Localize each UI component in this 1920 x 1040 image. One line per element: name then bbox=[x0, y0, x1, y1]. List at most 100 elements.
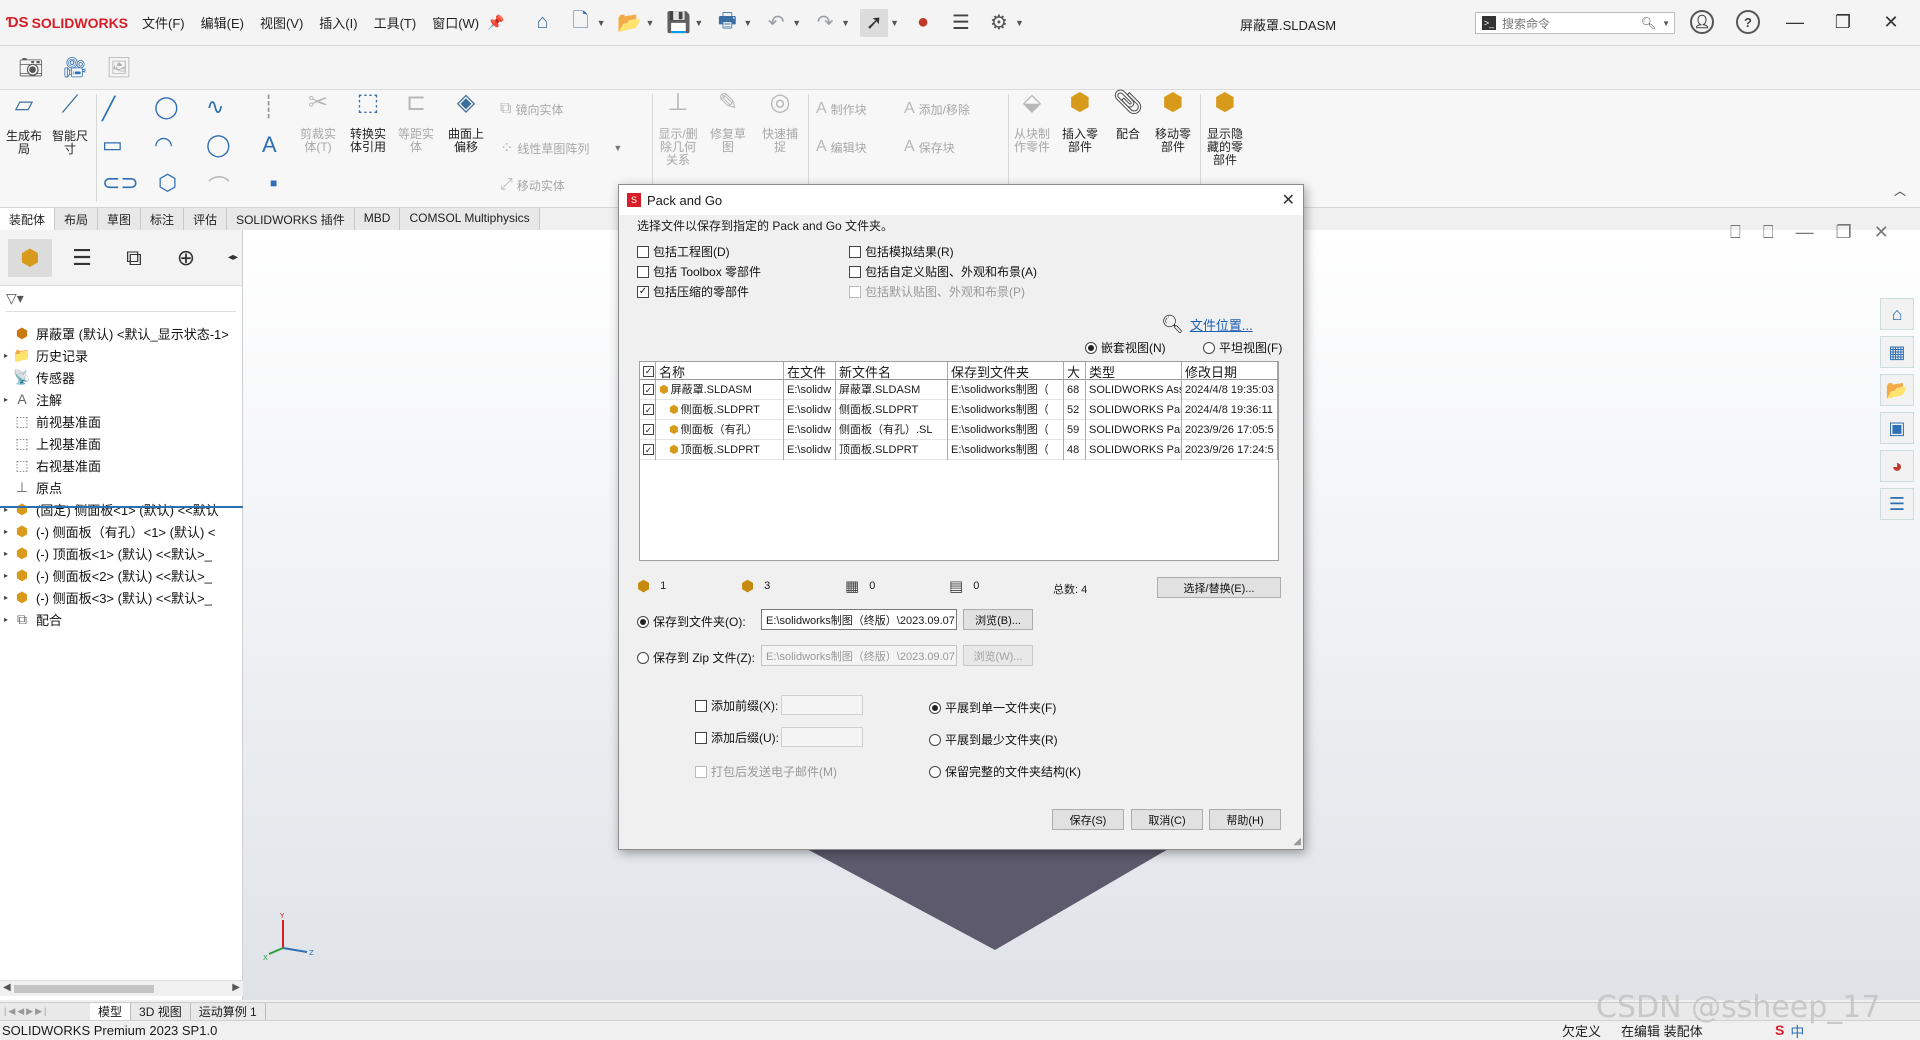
menu-edit[interactable]: 编辑(E) bbox=[195, 9, 250, 36]
include-simulation-checkbox[interactable]: 包括模拟结果(R) bbox=[849, 243, 954, 260]
tab-comsol[interactable]: COMSOL Multiphysics bbox=[400, 208, 540, 230]
tree-item[interactable]: ▸ ⬢ (-) 侧面板<2> (默认) <<默认>_ bbox=[0, 564, 243, 586]
include-custom-decals-checkbox[interactable]: 包括自定义贴图、外观和布景(A) bbox=[849, 263, 1037, 280]
move-component-button[interactable]: ⬢ 移动零部件 bbox=[1150, 91, 1196, 154]
viewport-restore-icon[interactable]: ❐ bbox=[1836, 222, 1852, 243]
restore-button[interactable]: ❐ bbox=[1830, 12, 1856, 33]
feature-manager-tab-icon[interactable]: ⬢ bbox=[8, 238, 52, 277]
command-search-input[interactable]: >_ 搜索命令 🔍︎ ▼ bbox=[1475, 12, 1675, 34]
design-library-icon[interactable]: ▦ bbox=[1880, 336, 1914, 368]
tab-markup[interactable]: 标注 bbox=[141, 208, 185, 230]
add-prefix-checkbox[interactable]: 添加前缀(X): bbox=[695, 697, 778, 714]
expand-arrow-icon[interactable]: ▸ bbox=[0, 593, 12, 602]
file-properties-icon[interactable]: ☰ bbox=[947, 9, 975, 37]
expand-arrow-icon[interactable]: ▸ bbox=[0, 527, 12, 536]
tab-scroll-arrows-icon[interactable]: ◂▸ bbox=[228, 252, 238, 263]
screen-capture-icon[interactable]: 🖼︎ bbox=[104, 55, 134, 81]
fillet-icon[interactable]: ⌒ bbox=[208, 170, 230, 202]
save-icon[interactable]: 💾 bbox=[664, 9, 692, 37]
tree-root[interactable]: ⬢ 屏蔽罩 (默认) <默认_显示状态-1> bbox=[0, 322, 243, 344]
row-checkbox[interactable]: ✓ bbox=[640, 439, 656, 460]
col-new-name[interactable]: 新文件名 bbox=[836, 362, 948, 379]
chevron-down-icon[interactable]: ▼ bbox=[1015, 18, 1024, 28]
property-manager-tab-icon[interactable]: ☰ bbox=[60, 239, 104, 277]
help-icon[interactable]: ? bbox=[1736, 10, 1760, 34]
tab-assembly[interactable]: 装配体 bbox=[0, 208, 56, 230]
ellipse-icon[interactable]: ◯ bbox=[206, 132, 231, 158]
menu-insert[interactable]: 插入(I) bbox=[313, 9, 363, 36]
chevron-down-icon[interactable]: ▼ bbox=[613, 143, 622, 153]
add-remove-button[interactable]: A 添加/移除 bbox=[904, 100, 970, 118]
configuration-manager-tab-icon[interactable]: ⧉ bbox=[112, 239, 156, 277]
tile-right-icon[interactable]: ⎕ bbox=[1763, 222, 1774, 243]
resize-grip-icon[interactable]: ◢ bbox=[1293, 836, 1301, 847]
redo-icon[interactable]: ↷ bbox=[811, 9, 839, 37]
show-hidden-components-button[interactable]: ⬢ 显示隐藏的零部件 bbox=[1202, 91, 1248, 167]
spline-icon[interactable]: ∿ bbox=[206, 94, 224, 120]
menu-file[interactable]: 文件(F) bbox=[136, 9, 191, 36]
slot-icon[interactable]: ⊂⊃ bbox=[102, 170, 139, 196]
table-row[interactable]: ✓ ⬢ 侧面板.SLDPRT E:\solidw 侧面板.SLDPRT E:\solidw… bbox=[640, 399, 1278, 420]
chevron-down-icon[interactable]: ▼ bbox=[890, 18, 899, 28]
tree-item[interactable]: ⬚ 上视基准面 bbox=[0, 432, 243, 454]
text-icon[interactable]: A bbox=[262, 132, 277, 158]
search-icon[interactable]: 🔍︎ bbox=[1641, 16, 1656, 30]
select-replace-button[interactable]: 选择/替换(E)... bbox=[1157, 577, 1281, 598]
solidworks-resources-icon[interactable]: ⌂ bbox=[1880, 298, 1914, 330]
offset-on-surface-button[interactable]: ◈ 曲面上偏移 bbox=[444, 91, 488, 154]
tree-item[interactable]: ⬚ 前视基准面 bbox=[0, 410, 243, 432]
polygon-icon[interactable]: ⬡ bbox=[158, 170, 177, 196]
add-suffix-checkbox[interactable]: 添加后缀(U): bbox=[695, 729, 779, 746]
tree-item[interactable]: 📡 传感器 bbox=[0, 366, 243, 388]
scroll-right-icon[interactable]: ▶ bbox=[232, 982, 240, 993]
arc-icon[interactable]: ◠ bbox=[154, 132, 173, 158]
chevron-down-icon[interactable]: ▼ bbox=[743, 18, 752, 28]
tab-3d-view[interactable]: 3D 视图 bbox=[131, 1003, 191, 1020]
expand-arrow-icon[interactable]: ▸ bbox=[0, 395, 12, 404]
flatten-min-folders-radio[interactable]: 平展到最少文件夹(R) bbox=[929, 731, 1058, 748]
tab-addins[interactable]: SOLIDWORKS 插件 bbox=[227, 208, 355, 230]
include-drawings-checkbox[interactable]: 包括工程图(D) bbox=[637, 243, 730, 260]
cancel-button[interactable]: 取消(C) bbox=[1131, 809, 1203, 830]
dimxpert-tab-icon[interactable]: ⊕ bbox=[164, 239, 208, 277]
expand-arrow-icon[interactable]: ▸ bbox=[0, 615, 12, 624]
table-row[interactable]: ✓ ⬢ 顶面板.SLDPRT E:\solidw 顶面板.SLDPRT E:\solidw… bbox=[640, 439, 1278, 460]
close-button[interactable]: ✕ bbox=[1878, 12, 1904, 33]
smart-dimension-button[interactable]: ⟋ 智能尺寸 bbox=[48, 93, 92, 156]
mirror-entities-button[interactable]: ⧉ 镜向实体 bbox=[500, 100, 563, 118]
save-to-zip-radio[interactable]: 保存到 Zip 文件(Z): bbox=[637, 649, 755, 666]
chevron-down-icon[interactable]: ▼ bbox=[597, 18, 606, 28]
save-button[interactable]: 保存(S) bbox=[1052, 809, 1124, 830]
repair-sketch-button[interactable]: ✎ 修复草图 bbox=[708, 91, 748, 154]
chevron-down-icon[interactable]: ▼ bbox=[645, 18, 654, 28]
linear-pattern-button[interactable]: ⁘ 线性草图阵列 ▼ bbox=[500, 138, 622, 158]
tab-mbd[interactable]: MBD bbox=[354, 208, 401, 230]
col-in-folder[interactable]: 在文件 bbox=[784, 362, 836, 379]
point-icon[interactable]: ■ bbox=[270, 176, 277, 190]
include-toolbox-checkbox[interactable]: 包括 Toolbox 零部件 bbox=[637, 263, 761, 280]
traffic-light-icon[interactable]: ● bbox=[909, 9, 937, 37]
insert-components-button[interactable]: ⬢ 插入零部件 bbox=[1058, 91, 1102, 154]
col-size[interactable]: 大 bbox=[1064, 362, 1086, 379]
minimize-button[interactable]: — bbox=[1782, 12, 1808, 33]
display-delete-relations-button[interactable]: ⊥ 显示/删除几何关系 bbox=[656, 91, 700, 167]
make-part-from-block-button[interactable]: ⬙ 从块制作零件 bbox=[1010, 91, 1054, 154]
edit-block-button[interactable]: A 编辑块 bbox=[816, 138, 867, 156]
expand-arrow-icon[interactable]: ▸ bbox=[0, 571, 12, 580]
tile-left-icon[interactable]: ⎕ bbox=[1730, 222, 1741, 243]
file-location-link[interactable]: 🔍︎ 文件位置... bbox=[1161, 314, 1253, 335]
save-to-folder-radio[interactable]: 保存到文件夹(O): bbox=[637, 613, 746, 630]
solidworks-logo[interactable]: ƊS SOLIDWORKS bbox=[6, 14, 136, 31]
horizontal-scrollbar[interactable]: ◀ ▶ bbox=[0, 980, 243, 996]
collapse-ribbon-icon[interactable]: ︿ bbox=[1894, 182, 1906, 199]
menu-window[interactable]: 窗口(W) bbox=[426, 9, 485, 36]
tab-motion-study[interactable]: 运动算例 1 bbox=[191, 1003, 266, 1020]
convert-entities-button[interactable]: ⬚ 转换实体引用 bbox=[346, 91, 390, 154]
table-row[interactable]: ✓ ⬢ 侧面板（有孔） E:\solidw 侧面板（有孔）.SL E:\solidwork… bbox=[640, 419, 1278, 440]
tab-layout[interactable]: 布局 bbox=[55, 208, 99, 230]
tree-item[interactable]: ▸ ⬢ (-) 侧面板<3> (默认) <<默认>_ bbox=[0, 586, 243, 608]
chevron-down-icon[interactable]: ▼ bbox=[792, 18, 801, 28]
flatten-single-folder-radio[interactable]: 平展到单一文件夹(F) bbox=[929, 699, 1056, 716]
custom-properties-icon[interactable]: ☰ bbox=[1880, 488, 1914, 520]
camera-icon[interactable]: 📷︎ bbox=[16, 55, 46, 81]
